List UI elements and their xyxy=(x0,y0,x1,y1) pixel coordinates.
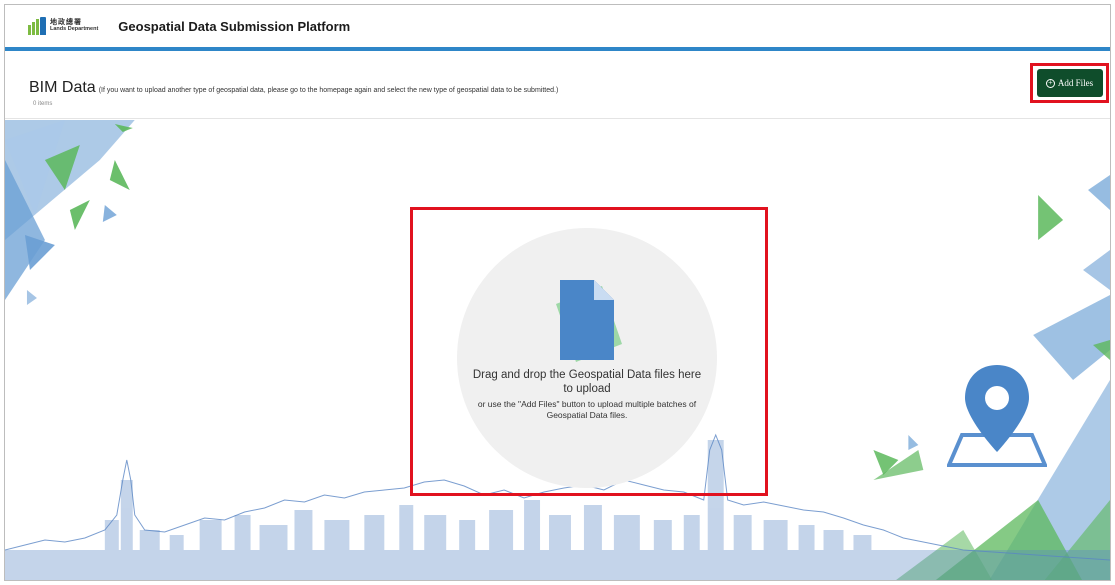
file-icon xyxy=(556,280,622,362)
section-title: BIM Data (If you want to upload another t… xyxy=(29,79,558,97)
app-header: 地政總署 Lands Department Geospatial Data Su… xyxy=(5,5,1110,47)
logo-en-text: Lands Department xyxy=(50,26,99,33)
location-pin-icon xyxy=(947,365,1047,467)
add-files-label: Add Files xyxy=(1057,78,1094,88)
add-files-highlight: + Add Files xyxy=(1030,63,1109,103)
dropzone-main-text: Drag and drop the Geospatial Data files … xyxy=(472,369,702,395)
plus-circle-icon: + xyxy=(1045,78,1055,88)
logo-text: 地政總署 Lands Department xyxy=(50,19,98,33)
logo-mark-icon xyxy=(28,17,46,35)
section-name: BIM Data xyxy=(29,79,96,96)
app-window: 地政總署 Lands Department Geospatial Data Su… xyxy=(4,4,1111,581)
section-note: (If you want to upload another type of g… xyxy=(98,87,559,94)
app-title: Geospatial Data Submission Platform xyxy=(118,18,351,34)
drop-area[interactable]: Drag and drop the Geospatial Data files … xyxy=(5,120,1110,580)
dropzone-sub-text: or use the "Add Files" button to upload … xyxy=(477,399,697,420)
add-files-button[interactable]: + Add Files xyxy=(1036,69,1103,97)
logo-cn-text: 地政總署 xyxy=(50,18,82,27)
upload-toolbar: BIM Data (If you want to upload another t… xyxy=(5,51,1110,119)
item-count: 0 items xyxy=(33,101,53,107)
lands-department-logo: 地政總署 Lands Department xyxy=(28,17,98,35)
